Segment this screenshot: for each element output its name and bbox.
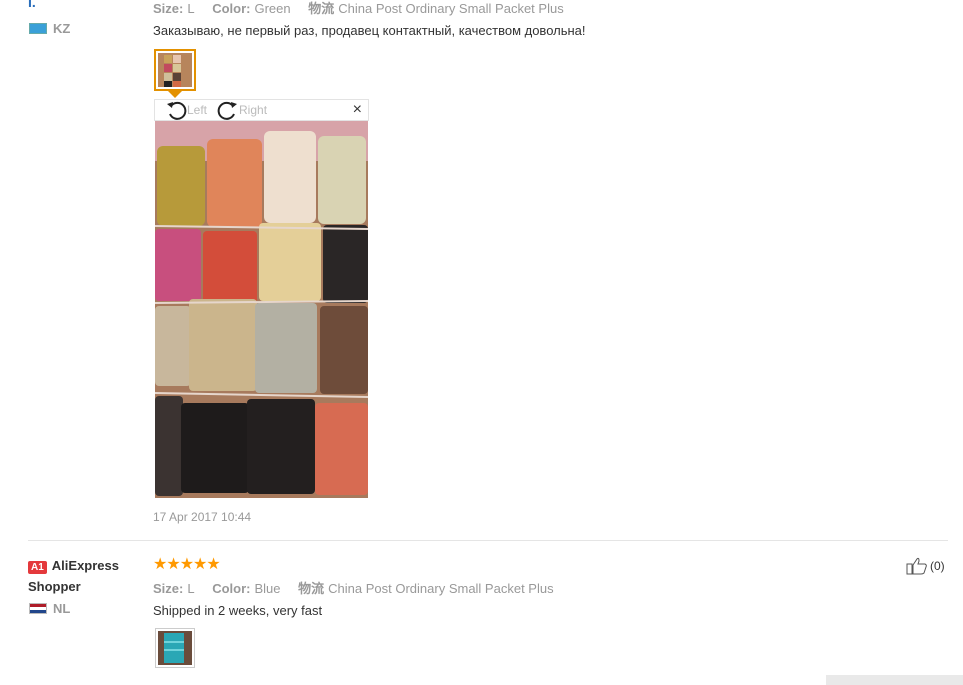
photo-thumbnail-image (158, 631, 192, 665)
rotate-right-button[interactable]: Right (217, 100, 267, 120)
reviewer-block: A1 AliExpress Shopper (28, 556, 138, 596)
color-label: Color: (212, 1, 251, 16)
review-photo-thumbnail[interactable] (154, 49, 196, 91)
rotate-left-icon (167, 101, 187, 120)
color-value: Blue (254, 581, 281, 596)
helpful-button[interactable]: (0) (906, 557, 945, 575)
reviewer-name-fragment[interactable]: I. (28, 0, 36, 10)
scroll-area-edge (826, 675, 963, 685)
size-label: Size: (153, 1, 184, 16)
rotate-left-button[interactable]: Left (165, 100, 207, 120)
reviewer-country: NL (29, 601, 70, 616)
logistics-label: 物流 (308, 1, 335, 16)
color-label: Color: (212, 581, 251, 596)
thumbnail-pointer (168, 91, 182, 98)
review-date: 17 Apr 2017 10:44 (153, 510, 252, 524)
country-code: KZ (53, 21, 71, 36)
helpful-count: (0) (930, 559, 945, 573)
close-viewer-button[interactable]: × (353, 102, 362, 118)
rotate-right-icon (217, 101, 238, 120)
thumbs-up-icon (906, 557, 927, 575)
review-text: Заказываю, не первый раз, продавец конта… (153, 23, 586, 38)
rotate-left-label: Left (187, 103, 208, 117)
review-attributes: Size: L Color: Blue 物流 China Post Ordinary … (153, 578, 554, 597)
member-level-badge: A1 (28, 561, 47, 574)
review-text: Shipped in 2 weeks, very fast (153, 603, 323, 618)
review-divider (28, 540, 948, 541)
logistics-value: China Post Ordinary Small Packet Plus (338, 1, 564, 16)
nl-flag-icon (29, 603, 47, 614)
rotate-right-label: Right (239, 103, 268, 117)
photo-large-image (154, 121, 369, 498)
photo-thumbnail-image (158, 53, 192, 87)
image-viewer-toolbar: Left Right × (154, 99, 369, 121)
logistics-value: China Post Ordinary Small Packet Plus (328, 581, 554, 596)
review-attributes: Size: L Color: Green 物流 China Post Ordinary… (153, 0, 564, 17)
reviewer-country: KZ (29, 21, 70, 36)
rating-stars: ★★★★★ (153, 556, 221, 573)
country-code: NL (53, 601, 71, 616)
color-value: Green (254, 1, 291, 16)
size-value: L (187, 581, 195, 596)
kz-flag-icon (29, 23, 47, 34)
size-label: Size: (153, 581, 184, 596)
size-value: L (187, 1, 195, 16)
review-photo-thumbnail[interactable] (155, 628, 195, 668)
logistics-label: 物流 (298, 581, 325, 596)
review-photo-large (154, 121, 369, 498)
